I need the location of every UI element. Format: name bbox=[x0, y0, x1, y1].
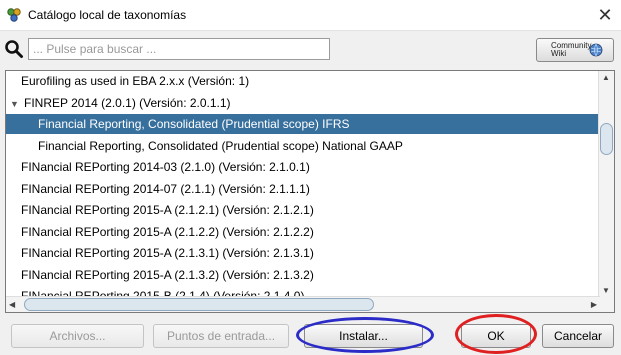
horizontal-scroll-thumb[interactable] bbox=[24, 298, 374, 311]
list-item[interactable]: FINancial REPorting 2015-A (2.1.2.1) (Ve… bbox=[6, 200, 314, 220]
search-icon bbox=[5, 40, 23, 58]
horizontal-scrollbar[interactable]: ◀ ▶ bbox=[6, 296, 600, 312]
expand-arrow-icon[interactable]: ▼ bbox=[10, 94, 22, 114]
scroll-corner bbox=[599, 297, 614, 312]
list-item[interactable]: Financial Reporting, Consolidated (Prude… bbox=[6, 114, 600, 134]
list-item-label: FINancial REPorting 2015-A (2.1.2.2) (Ve… bbox=[21, 224, 314, 239]
list-item-label: FINREP 2014 (2.0.1) (Versión: 2.0.1.1) bbox=[24, 95, 231, 110]
search-input[interactable] bbox=[28, 38, 330, 60]
window-title: Catálogo local de taxonomías bbox=[28, 8, 187, 22]
vertical-scrollbar[interactable]: ▲ ▼ bbox=[598, 71, 614, 297]
list-item[interactable]: FINancial REPorting 2014-03 (2.1.0) (Ver… bbox=[6, 157, 310, 177]
list-item[interactable]: Financial Reporting, Consolidated (Prude… bbox=[6, 136, 403, 156]
list-item[interactable]: FINancial REPorting 2015-A (2.1.3.1) (Ve… bbox=[6, 243, 314, 263]
list-item-label: FINancial REPorting 2015-A (2.1.3.2) (Ve… bbox=[21, 267, 314, 282]
list-item-label: FINancial REPorting 2014-03 (2.1.0) (Ver… bbox=[21, 160, 310, 174]
list-item[interactable]: Eurofiling as used in EBA 2.x.x (Versión… bbox=[6, 71, 249, 91]
list-item[interactable]: FINancial REPorting 2015-A (2.1.2.2) (Ve… bbox=[6, 222, 314, 242]
vertical-scroll-thumb[interactable] bbox=[600, 123, 613, 155]
title-bar: Catálogo local de taxonomías ✕ bbox=[0, 0, 621, 31]
community-wiki-button[interactable]: Community Wiki bbox=[536, 38, 614, 62]
list-item-label: Financial Reporting, Consolidated (Prude… bbox=[38, 138, 403, 153]
globe-icon bbox=[589, 43, 603, 57]
scroll-left-icon[interactable]: ◀ bbox=[9, 300, 15, 309]
install-button[interactable]: Instalar... bbox=[304, 324, 423, 348]
app-icon bbox=[7, 8, 21, 22]
files-button[interactable]: Archivos... bbox=[11, 324, 144, 348]
list-item-label: FINancial REPorting 2014-07 (2.1.1) (Ver… bbox=[21, 181, 310, 196]
list-item-label: FINancial REPorting 2015-A (2.1.3.1) (Ve… bbox=[21, 246, 314, 260]
community-wiki-label: Community Wiki bbox=[551, 41, 592, 58]
list-item-label: Eurofiling as used in EBA 2.x.x (Versión… bbox=[21, 74, 250, 88]
cancel-button[interactable]: Cancelar bbox=[542, 324, 614, 348]
scroll-right-icon[interactable]: ▶ bbox=[591, 300, 597, 309]
ok-button[interactable]: OK bbox=[461, 324, 531, 348]
taxonomy-list[interactable]: Eurofiling as used in EBA 2.x.x (Versión… bbox=[5, 70, 615, 313]
scroll-up-icon[interactable]: ▲ bbox=[602, 73, 610, 82]
list-item[interactable]: FINancial REPorting 2015-A (2.1.3.2) (Ve… bbox=[6, 265, 314, 285]
list-item-label: Financial Reporting, Consolidated (Prude… bbox=[38, 117, 350, 131]
list-item[interactable]: ▼ FINREP 2014 (2.0.1) (Versión: 2.0.1.1) bbox=[6, 93, 231, 113]
list-item-label: FINancial REPorting 2015-A (2.1.2.1) (Ve… bbox=[21, 203, 314, 217]
entry-points-button[interactable]: Puntos de entrada... bbox=[153, 324, 289, 348]
close-icon[interactable]: ✕ bbox=[589, 0, 621, 30]
scroll-down-icon[interactable]: ▼ bbox=[602, 286, 610, 295]
list-item[interactable]: FINancial REPorting 2014-07 (2.1.1) (Ver… bbox=[6, 179, 310, 199]
